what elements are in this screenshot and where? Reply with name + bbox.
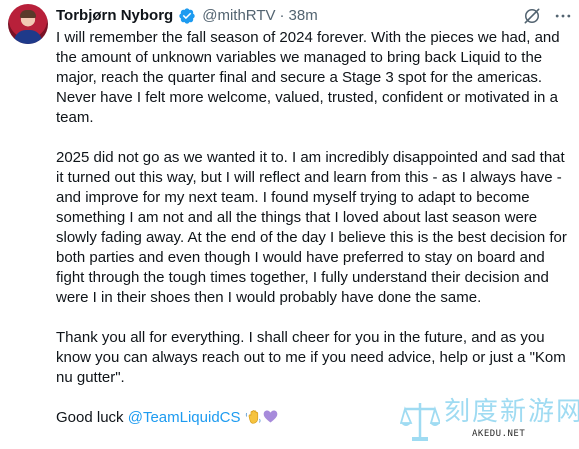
display-name[interactable]: Torbjørn Nyborg [56, 6, 173, 26]
watermark-text: 刻度新游网 [444, 397, 579, 427]
tweet-text: I will remember the fall season of 2024 … [56, 28, 576, 448]
tweet-card[interactable]: Torbjørn Nyborg @mithRTV · 38m I will re… [0, 0, 579, 449]
tweet-paragraph-2: 2025 did not go as we wanted it to. I am… [56, 149, 567, 306]
avatar[interactable] [8, 4, 48, 44]
mention-link[interactable]: @TeamLiquidCS [128, 409, 241, 426]
watermark-subtext: AKEDU.NET [472, 429, 526, 439]
tweet-paragraph-1: I will remember the fall season of 2024 … [56, 29, 560, 126]
timestamp[interactable]: 38m [289, 6, 318, 26]
scales-logo [400, 403, 440, 441]
avatar-hair [20, 10, 36, 18]
more-options-icon[interactable] [553, 6, 573, 26]
tweet-header: Torbjørn Nyborg @mithRTV · 38m [56, 5, 318, 27]
purple-heart-emoji [263, 410, 277, 423]
user-handle[interactable]: @mithRTV [202, 6, 275, 26]
watermark: 刻度新游网 AKEDU.NET [400, 395, 579, 449]
waving-hand-emoji [245, 410, 261, 424]
verified-badge-icon [179, 8, 195, 24]
avatar-shirt [14, 30, 42, 44]
separator-dot: · [279, 7, 285, 24]
closing-text: Good luck [56, 409, 128, 426]
grok-icon[interactable] [522, 6, 542, 26]
tweet-paragraph-3: Thank you all for everything. I shall ch… [56, 329, 566, 386]
